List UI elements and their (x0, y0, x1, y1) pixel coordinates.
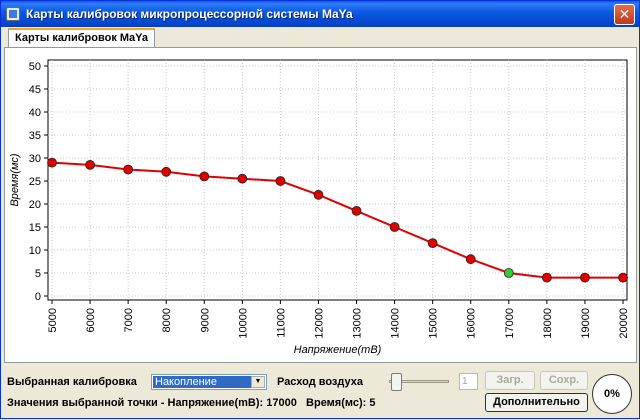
y-tick-label: 20 (29, 199, 41, 211)
tab-bar: Карты калибровок MaYa (4, 27, 636, 48)
bottom-controls: Выбранная калибровка Накопление ▼ Расход… (1, 363, 640, 420)
progress-indicator: 0% (592, 374, 632, 414)
y-tick-label: 35 (29, 130, 41, 142)
data-point[interactable] (427, 238, 438, 249)
data-point[interactable] (389, 222, 400, 232)
x-tick-label: 10000 (237, 308, 249, 339)
x-axis-label: Напряжение(mB) (294, 344, 382, 356)
calibration-label: Выбранная калибровка (7, 376, 137, 388)
status-prefix: Значения выбранной точки - Напряжение(mB… (7, 397, 267, 409)
status-time: 5 (369, 397, 376, 409)
y-tick-label: 0 (35, 291, 41, 303)
save-button[interactable]: Сохр. (540, 371, 588, 390)
y-tick-label: 5 (35, 268, 41, 280)
selected-data-point[interactable] (503, 268, 514, 278)
airflow-label: Расход воздуха (277, 376, 364, 388)
airflow-slider-thumb[interactable] (391, 373, 402, 391)
calibration-chart[interactable]: 0 5 10 15 20 25 30 35 40 45 50 5000 6000 7000 8000 9000… (5, 48, 636, 362)
calibration-select[interactable]: Накопление ▼ (151, 374, 267, 390)
x-tick-label: 13000 (352, 308, 364, 339)
status-voltage: 17000 (266, 397, 297, 409)
calibration-select-value: Накопление (153, 376, 251, 388)
y-tick-label: 30 (29, 153, 41, 165)
y-tick-label: 25 (29, 176, 41, 188)
title-bar[interactable]: Карты калибровок микропроцессорной систе… (1, 1, 639, 27)
y-tick-label: 45 (29, 84, 41, 96)
y-tick-label: 50 (29, 61, 41, 73)
x-tick-label: 20000 (618, 308, 630, 339)
chevron-down-icon[interactable]: ▼ (251, 376, 265, 388)
y-tick-label: 15 (29, 222, 41, 234)
data-point[interactable] (465, 254, 476, 265)
airflow-value-field[interactable]: 1 (459, 373, 478, 390)
y-axis-label: Время(мс) (9, 153, 21, 206)
window-title: Карты калибровок микропроцессорной систе… (26, 7, 353, 21)
x-tick-label: 9000 (199, 308, 211, 332)
close-button[interactable]: ✕ (614, 4, 635, 25)
x-tick-label: 11000 (275, 308, 287, 338)
main-window: Карты калибровок микропроцессорной систе… (0, 0, 640, 419)
status-time-label: Время(мс): (306, 397, 370, 409)
plot-area (47, 59, 628, 301)
x-tick-label: 16000 (466, 308, 478, 339)
data-point[interactable] (275, 176, 286, 186)
x-tick-label: 19000 (580, 308, 592, 339)
x-tick-label: 6000 (85, 308, 97, 332)
x-tick-label: 7000 (123, 308, 135, 332)
x-tick-label: 14000 (390, 308, 402, 339)
extra-button[interactable]: Дополнительно (485, 393, 588, 412)
tab-calibration-maps[interactable]: Карты калибровок MaYa (8, 28, 156, 48)
data-point[interactable] (47, 157, 57, 168)
load-button[interactable]: Загр. (485, 371, 535, 390)
data-point[interactable] (618, 272, 628, 283)
data-point[interactable] (237, 173, 248, 184)
x-tick-label: 5000 (47, 308, 59, 332)
status-line: Значения выбранной точки - Напряжение(mB… (7, 397, 376, 409)
app-icon (6, 7, 20, 21)
data-point[interactable] (313, 189, 324, 200)
chart-panel: 0 5 10 15 20 25 30 35 40 45 50 5000 6000 7000 8000 9000… (4, 47, 637, 363)
data-point[interactable] (580, 272, 590, 283)
data-point[interactable] (199, 171, 210, 182)
data-point[interactable] (351, 205, 362, 216)
x-tick-label: 8000 (161, 308, 173, 332)
x-tick-label: 15000 (428, 308, 440, 339)
data-point[interactable] (123, 164, 134, 175)
x-tick-label: 17000 (504, 308, 516, 339)
close-icon: ✕ (618, 6, 631, 22)
data-point[interactable] (85, 160, 95, 170)
data-point[interactable] (161, 166, 172, 177)
y-tick-label: 10 (29, 245, 41, 257)
x-tick-label: 18000 (542, 308, 554, 339)
data-point[interactable] (541, 272, 552, 283)
y-tick-label: 40 (29, 107, 41, 119)
x-tick-label: 12000 (313, 308, 325, 339)
